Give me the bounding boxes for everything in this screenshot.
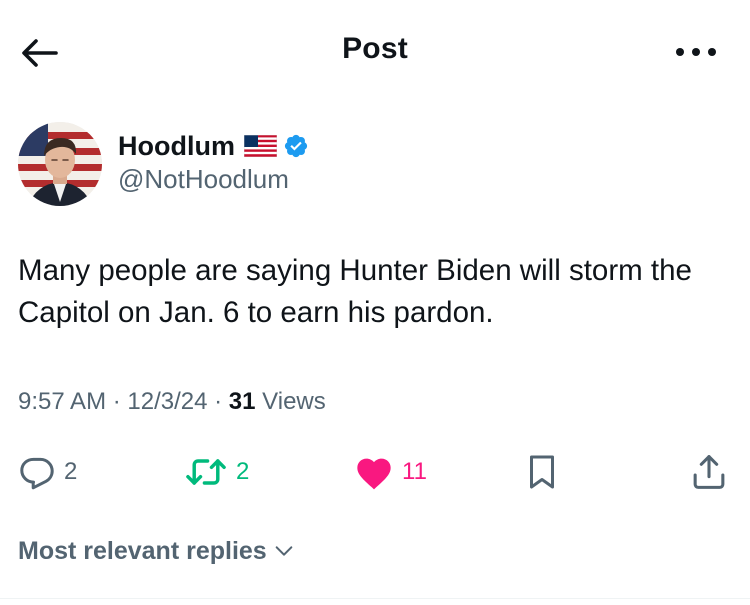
author-name[interactable]: Hoodlum <box>118 131 235 162</box>
repost-count: 2 <box>236 458 250 485</box>
chevron-down-icon <box>275 546 293 556</box>
meta-separator: · <box>207 388 229 415</box>
replies-sort-dropdown[interactable]: Most relevant replies <box>18 533 295 569</box>
top-bar: Post <box>0 0 750 100</box>
avatar-image <box>18 122 102 206</box>
post-time[interactable]: 9:57 AM <box>18 388 106 415</box>
more-icon <box>676 48 716 56</box>
like-button[interactable]: 11 <box>354 448 427 496</box>
views-label[interactable]: Views <box>262 388 326 415</box>
post-meta: 9:57 AM · 12/3/24 · 31 Views <box>18 388 326 416</box>
reply-count: 2 <box>64 458 78 485</box>
meta-separator: · <box>106 388 128 415</box>
action-bar: 2 2 11 <box>0 448 750 498</box>
views-count[interactable]: 31 <box>229 388 256 415</box>
repost-icon <box>186 459 226 485</box>
share-icon <box>693 455 725 489</box>
like-count: 11 <box>402 458 427 485</box>
bookmark-icon <box>530 455 554 489</box>
reply-button[interactable]: 2 <box>18 448 77 496</box>
page-title: Post <box>342 32 408 65</box>
heart-icon <box>357 458 391 490</box>
reply-icon <box>20 457 54 490</box>
share-button[interactable] <box>690 448 728 496</box>
post-date[interactable]: 12/3/24 <box>127 388 207 415</box>
replies-sort-label: Most relevant replies <box>18 536 267 565</box>
author-name-row[interactable]: Hoodlum <box>118 128 309 164</box>
divider <box>0 598 750 599</box>
bookmark-button[interactable] <box>524 448 560 496</box>
author-handle[interactable]: @NotHoodlum <box>118 164 289 195</box>
post-page: Post Hoodlum @NotHoodlum Many people are… <box>0 0 750 605</box>
post-text: Many people are saying Hunter Biden will… <box>18 254 692 329</box>
us-flag-icon <box>243 134 278 158</box>
repost-button[interactable]: 2 <box>184 448 249 496</box>
more-options-button[interactable] <box>668 38 724 66</box>
avatar[interactable] <box>18 122 102 206</box>
verified-badge-icon[interactable] <box>283 133 309 159</box>
